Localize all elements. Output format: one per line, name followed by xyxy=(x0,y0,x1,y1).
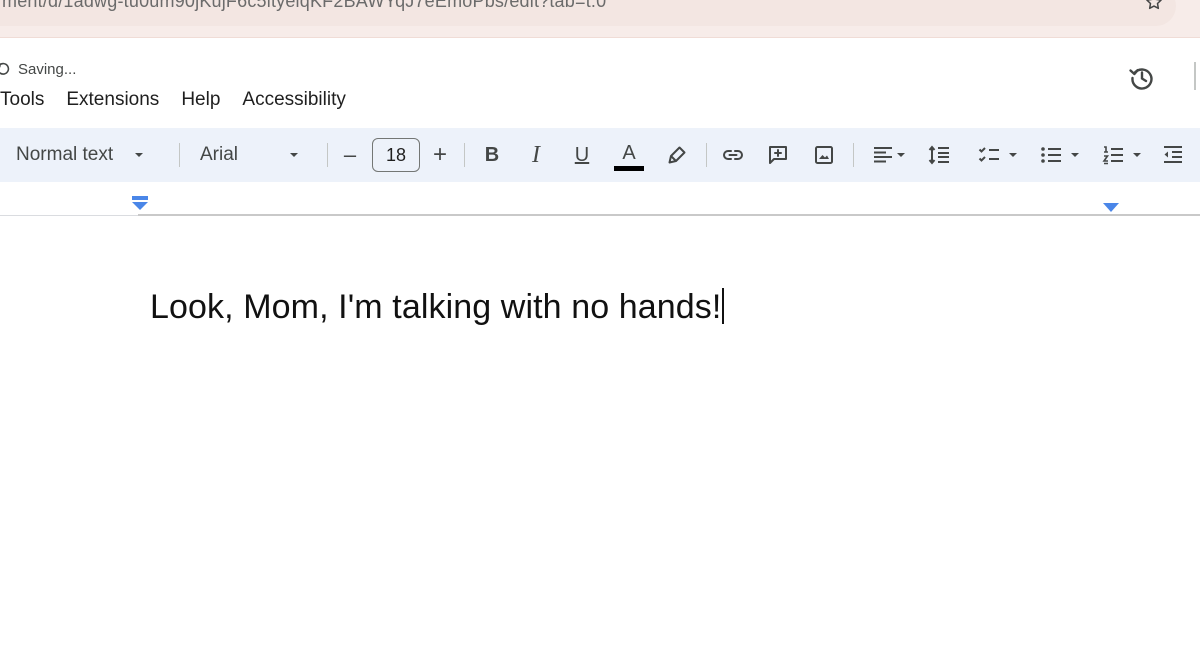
italic-label: I xyxy=(532,141,540,168)
history-icon[interactable] xyxy=(1126,62,1158,94)
highlighter-icon xyxy=(668,146,686,164)
checklist-menu-button[interactable] xyxy=(972,128,1024,182)
star-icon[interactable] xyxy=(1144,0,1164,12)
saving-status: Saving... xyxy=(18,60,77,78)
text-cursor xyxy=(722,288,725,324)
chevron-down-icon xyxy=(1009,153,1017,157)
link-icon xyxy=(723,150,743,160)
bulleted-list-icon xyxy=(1041,147,1061,163)
document-text: Look, Mom, I'm talking with no hands! xyxy=(150,288,722,326)
align-left-icon xyxy=(874,147,892,163)
bold-label: B xyxy=(484,143,500,166)
chevron-down-icon xyxy=(897,153,905,157)
align-menu-button[interactable] xyxy=(866,128,912,182)
document-paragraph[interactable]: Look, Mom, I'm talking with no hands! xyxy=(150,288,725,327)
url-text[interactable]: ment/d/1adwg-tu0um90jKujF6c5ityelqKF2BAW… xyxy=(2,0,606,12)
line-spacing-button[interactable] xyxy=(926,128,952,182)
font-select[interactable]: Arial xyxy=(200,128,310,182)
increase-font-size-label: + xyxy=(432,141,447,168)
saving-status-row: Saving... xyxy=(0,58,76,80)
chevron-down-icon xyxy=(1071,153,1079,157)
browser-address-bar-area: ment/d/1adwg-tu0um90jKujF6c5ityelqKF2BAW… xyxy=(0,0,1200,38)
toolbar-divider xyxy=(327,143,328,167)
ruler xyxy=(0,182,1200,218)
decrease-font-size-label: – xyxy=(343,142,357,167)
font-size-input[interactable]: 18 xyxy=(372,138,420,172)
insert-image-icon xyxy=(815,146,833,164)
italic-button[interactable]: I xyxy=(524,128,548,182)
decrease-indent-button[interactable] xyxy=(1160,128,1186,182)
numbered-list-icon xyxy=(1102,146,1123,165)
style-select[interactable]: Normal text xyxy=(16,128,160,182)
decrease-indent-icon xyxy=(1164,146,1182,163)
google-docs-window: ment/d/1adwg-tu0um90jKujF6c5ityelqKF2BAW… xyxy=(0,0,1200,654)
text-color-button[interactable]: A xyxy=(612,128,646,182)
insert-link-button[interactable] xyxy=(720,128,746,182)
line-spacing-icon xyxy=(928,145,949,165)
decrease-font-size-button[interactable]: – xyxy=(338,128,362,182)
right-indent-marker-icon[interactable] xyxy=(1102,202,1120,214)
chevron-down-icon xyxy=(135,153,144,157)
chevron-down-icon xyxy=(290,153,299,157)
toolbar-divider xyxy=(464,143,465,167)
chevron-down-icon xyxy=(1133,153,1141,157)
bulleted-list-menu-button[interactable] xyxy=(1034,128,1086,182)
document-canvas[interactable] xyxy=(0,216,1200,654)
font-select-label: Arial xyxy=(200,144,239,165)
style-select-label: Normal text xyxy=(16,144,114,165)
bold-button[interactable]: B xyxy=(480,128,504,182)
menu-accessibility[interactable]: Accessibility xyxy=(242,89,345,111)
menu-extensions[interactable]: Extensions xyxy=(66,89,159,111)
formatting-toolbar: Normal text Arial – 18 + B I U A xyxy=(0,128,1200,182)
add-comment-button[interactable] xyxy=(765,128,791,182)
numbered-list-menu-button[interactable] xyxy=(1096,128,1148,182)
urlbar-divider xyxy=(0,37,1200,38)
side-panel-edge xyxy=(1194,62,1200,90)
toolbar-divider xyxy=(706,143,707,167)
text-color-swatch xyxy=(614,166,644,171)
menu-help[interactable]: Help xyxy=(181,89,220,111)
insert-image-button[interactable] xyxy=(811,128,837,182)
menu-tools[interactable]: Tools xyxy=(0,89,44,111)
underline-label: U xyxy=(574,143,590,166)
toolbar-divider xyxy=(179,143,180,167)
left-indent-marker-icon[interactable] xyxy=(131,196,149,212)
checklist-icon xyxy=(978,147,999,162)
add-comment-icon xyxy=(769,146,787,164)
increase-font-size-button[interactable]: + xyxy=(428,128,452,182)
text-color-label: A xyxy=(622,142,636,164)
menu-bar: Tools Extensions Help Accessibility xyxy=(0,86,368,114)
toolbar-divider xyxy=(853,143,854,167)
highlight-color-button[interactable] xyxy=(664,128,690,182)
sync-icon xyxy=(0,62,10,75)
underline-button[interactable]: U xyxy=(570,128,594,182)
